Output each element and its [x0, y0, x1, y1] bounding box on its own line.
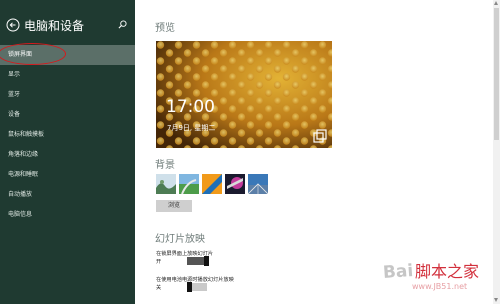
sidebar-item-lock-screen[interactable]: 锁屏界面	[0, 43, 135, 65]
back-arrow-icon[interactable]	[6, 18, 20, 32]
scroll-up-arrow[interactable]	[494, 1, 498, 5]
preview-heading: 预览	[155, 23, 175, 34]
lock-screen-preview: 17:00 7月9日, 星期二	[156, 41, 332, 148]
background-thumbnail-5[interactable]	[248, 174, 268, 194]
jb51-watermark: 脚本之家	[415, 262, 480, 281]
preview-time: 17:00	[166, 97, 215, 117]
sidebar-item-mouse-touchpad[interactable]: 鼠标和触摸板	[0, 125, 135, 145]
sidebar: 电脑和设备 锁屏界面 显示 蓝牙 设备 鼠标和触摸板 角落和边缘 电源和睡眠 自…	[0, 0, 135, 304]
sidebar-item-power-sleep[interactable]: 电源和睡眠	[0, 165, 135, 185]
background-thumbnail-3[interactable]	[202, 174, 222, 194]
sidebar-title: 电脑和设备	[24, 19, 85, 33]
battery-slideshow-toggle[interactable]	[187, 282, 207, 292]
battery-toggle-state: 关	[156, 285, 162, 291]
sidebar-item-autoplay[interactable]: 自动播放	[0, 185, 135, 205]
sidebar-item-display[interactable]: 显示	[0, 65, 135, 85]
sidebar-item-pc-info[interactable]: 电脑信息	[0, 205, 135, 225]
scrollbar-thumb[interactable]	[494, 8, 499, 140]
scroll-down-arrow[interactable]	[494, 298, 498, 302]
background-thumbnail-4[interactable]	[225, 174, 245, 194]
background-thumbnail-1[interactable]	[156, 174, 176, 194]
toggle-knob	[187, 282, 192, 292]
sidebar-item-devices[interactable]: 设备	[0, 105, 135, 125]
slideshow-toggle[interactable]	[187, 256, 209, 266]
background-thumbnail-2[interactable]	[179, 174, 199, 194]
browse-button[interactable]: 浏览	[156, 200, 192, 212]
baidu-watermark: Bai	[382, 260, 414, 284]
slideshow-heading: 幻灯片放映	[155, 234, 205, 245]
scrollbar[interactable]	[493, 0, 500, 304]
sidebar-list: 锁屏界面 显示 蓝牙 设备 鼠标和触摸板 角落和边缘 电源和睡眠 自动播放 电脑…	[0, 43, 135, 225]
search-icon[interactable]	[118, 20, 127, 29]
toggle-knob	[204, 256, 209, 266]
lock-screen-app-icon	[313, 129, 327, 143]
jb51-url-watermark: www.JB51.net	[412, 282, 468, 291]
sidebar-item-bluetooth[interactable]: 蓝牙	[0, 85, 135, 105]
preview-date: 7月9日, 星期二	[167, 124, 216, 132]
slideshow-toggle-state: 开	[156, 259, 162, 265]
background-heading: 背景	[155, 160, 175, 171]
sidebar-header: 电脑和设备	[0, 14, 135, 38]
sidebar-item-corners-edges[interactable]: 角落和边缘	[0, 145, 135, 165]
battery-setting-label: 在使用电池电源时播放幻灯片放映	[156, 277, 234, 283]
